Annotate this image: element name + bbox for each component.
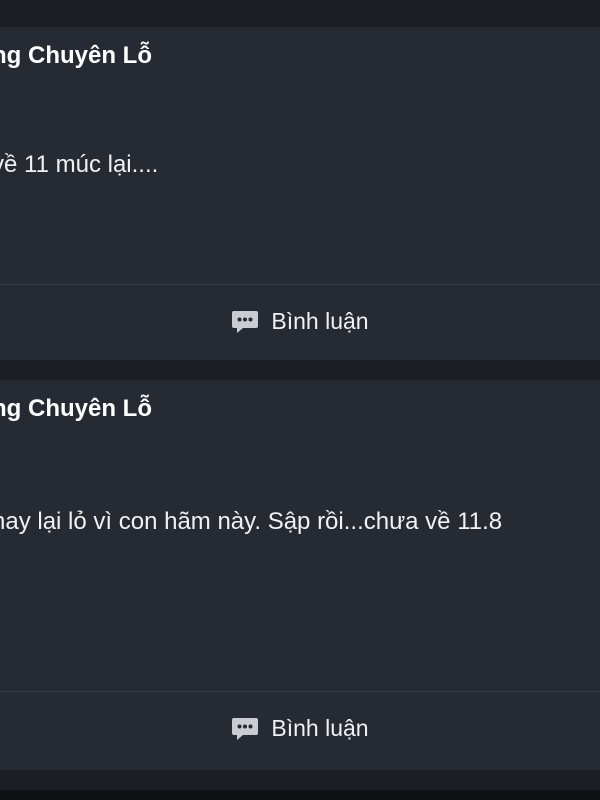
comment-icon <box>232 718 259 740</box>
comment-icon <box>232 311 259 333</box>
post-author-name[interactable]: ng Chuyên Lỗ <box>0 395 152 423</box>
post-divider <box>0 691 600 692</box>
comment-button-label: Bình luận <box>271 307 369 334</box>
post-divider <box>0 284 600 285</box>
post-body-text: về 11 múc lại.... <box>0 151 159 178</box>
bottom-edge <box>0 790 600 800</box>
feed-viewport: ng Chuyên Lỗ về 11 múc lại.... Bình luận… <box>0 0 600 800</box>
post-card: ng Chuyên Lỗ về 11 múc lại.... Bình luận <box>0 27 600 360</box>
post-card: ng Chuyên Lỗ hay lại lỏ vì con hãm này. … <box>0 380 600 770</box>
post-body-text: hay lại lỏ vì con hãm này. Sập rồi...chư… <box>0 508 503 535</box>
comment-button[interactable]: Bình luận <box>0 698 600 758</box>
comment-button[interactable]: Bình luận <box>0 291 600 351</box>
post-author-name[interactable]: ng Chuyên Lỗ <box>0 42 152 70</box>
comment-button-label: Bình luận <box>271 714 369 741</box>
